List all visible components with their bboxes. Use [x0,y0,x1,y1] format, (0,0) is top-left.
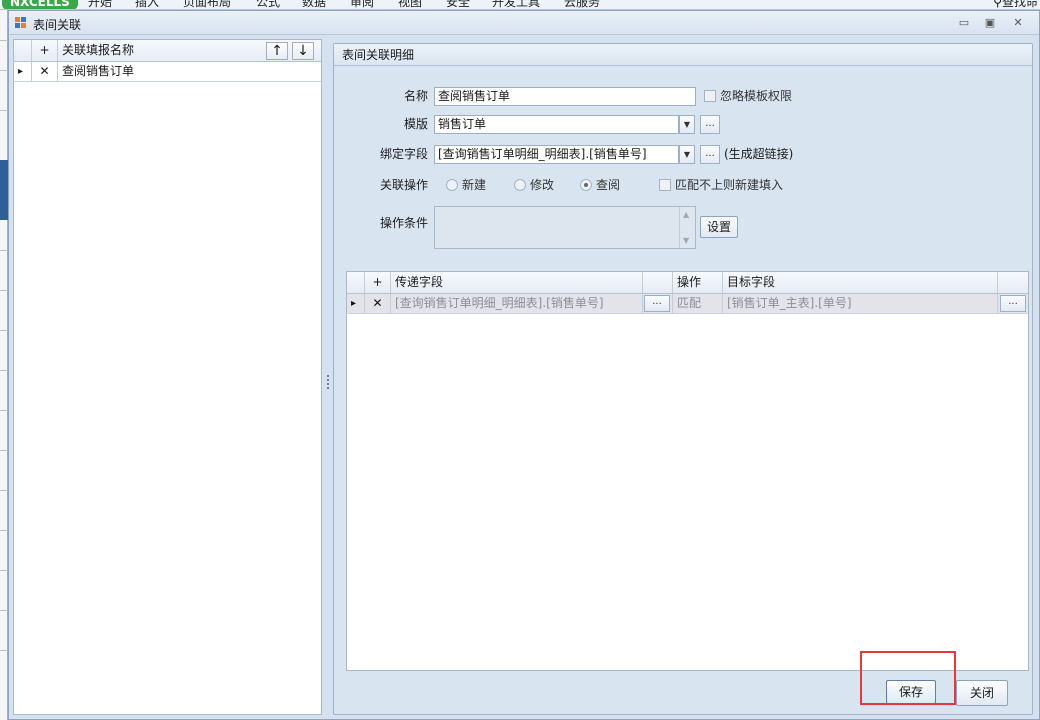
ribbon-tab-developer[interactable]: 开发工具 [492,0,540,9]
settings-button[interactable]: 设置 [700,216,738,238]
column-header-operation[interactable]: 操作 [673,272,723,293]
radio-modify-label: 修改 [530,178,555,192]
name-input[interactable]: 查阅销售订单 [434,87,696,106]
move-down-button[interactable]: ↓ [292,42,314,60]
table-row[interactable]: ▸ ✕ [查询销售订单明细_明细表].[销售单号] ... 匹配 [销售订单_主… [347,294,1028,314]
add-mapping-button[interactable]: + [365,272,391,293]
condition-memo[interactable]: ▲ ▼ [434,206,696,249]
group-caption: 表间关联明细 [334,44,1032,66]
ribbon-tab-security[interactable]: 安全 [446,0,470,9]
ribbon-tab-data[interactable]: 数据 [302,0,326,9]
row-indicator-icon: ▸ [347,294,365,313]
chevron-down-icon: ▼ [683,150,691,159]
condition-scrollbar[interactable]: ▲ ▼ [679,207,695,248]
delete-mapping-button[interactable]: ✕ [365,294,391,313]
scroll-up-icon: ▲ [683,210,690,219]
brand-logo[interactable]: NXCELLS [2,0,78,9]
background-app-strip [0,10,8,720]
column-header-source-field[interactable]: 传递字段 [391,272,643,293]
app-icon [15,17,27,29]
ribbon-tab-cloud[interactable]: 云服务 [564,0,600,9]
arrow-down-icon: ↓ [297,43,309,59]
title-bar: 表间关联 ▭ ▣ ✕ [9,11,1039,35]
row-indicator-icon: ▸ [14,62,32,81]
bind-field-browse-button[interactable]: ... [700,145,720,164]
radio-new-label: 新建 [462,178,487,192]
field-mapping-header: + 传递字段 操作 目标字段 [347,272,1028,294]
source-browse-button[interactable]: ... [644,295,670,312]
ribbon-tab-home[interactable]: 开始 [88,0,112,9]
indicator-header [347,272,365,293]
link-detail-panel: 表间关联明细 名称 查阅销售订单 忽略模板权限 模版 销售订单 ▼ ... 绑定… [333,43,1033,715]
chevron-down-icon: ▼ [683,120,691,129]
operation-label: 关联操作 [379,178,428,192]
source-browse-cell: ... [643,294,673,313]
operation-cell[interactable]: 匹配 [673,294,723,313]
name-label: 名称 [403,89,428,103]
ribbon-search-label: 查找命 [1001,0,1038,9]
template-label: 模版 [403,117,428,131]
close-button[interactable]: 关闭 [956,680,1008,706]
match-or-create-checkbox[interactable] [659,179,671,191]
match-or-create-label: 匹配不上则新建填入 [675,178,784,192]
delete-row-button[interactable]: ✕ [32,62,58,81]
bind-field-select[interactable]: [查询销售订单明细_明细表].[销售单号] [434,145,679,164]
radio-view[interactable] [580,179,592,191]
save-button[interactable]: 保存 [886,680,936,704]
column-header-blank [998,272,1030,293]
radio-view-label: 查阅 [596,178,621,192]
minimize-icon[interactable]: ▭ [955,15,973,31]
ignore-permission-checkbox[interactable] [704,90,716,102]
ribbon-tab-insert[interactable]: 插入 [135,0,159,9]
bind-field-dropdown-button[interactable]: ▼ [679,145,695,164]
indicator-header [14,40,32,61]
ribbon-search[interactable]: ⚲查找命 [993,0,1038,9]
move-up-button[interactable]: ↑ [266,42,288,60]
column-header-target-field[interactable]: 目标字段 [723,272,998,293]
bind-field-hint: (生成超链接) [724,147,794,161]
source-field-cell[interactable]: [查询销售订单明细_明细表].[销售单号] [391,294,643,313]
ribbon-tab-layout[interactable]: 页面布局 [183,0,231,9]
link-list-header: + 关联填报名称 ↑ ↓ [14,40,321,62]
scroll-down-icon: ▼ [683,236,690,245]
target-field-cell[interactable]: [销售订单_主表].[单号] [723,294,998,313]
ribbon-tab-view[interactable]: 视图 [398,0,422,9]
link-list-grid: + 关联填报名称 ↑ ↓ ▸ ✕ 查阅销售订单 [13,39,322,715]
target-browse-button[interactable]: ... [1000,295,1026,312]
radio-new[interactable] [446,179,458,191]
template-select[interactable]: 销售订单 [434,115,679,134]
template-dropdown-button[interactable]: ▼ [679,115,695,134]
splitter-handle[interactable] [324,39,332,715]
ribbon-tab-review[interactable]: 审阅 [350,0,374,9]
close-icon[interactable]: ✕ [1009,15,1027,31]
ribbon-strip: NXCELLS 开始 插入 页面布局 公式 数据 审阅 视图 安全 开发工具 云… [0,0,1040,10]
table-row[interactable]: ▸ ✕ 查阅销售订单 [14,62,321,82]
table-link-dialog: 表间关联 ▭ ▣ ✕ + 关联填报名称 ↑ ↓ ▸ ✕ 查阅销售订单 表间关联明… [8,10,1040,720]
link-name-cell[interactable]: 查阅销售订单 [58,62,323,81]
search-icon: ⚲ [993,0,1002,9]
window-title: 表间关联 [33,18,82,32]
column-header-blank [643,272,673,293]
radio-modify[interactable] [514,179,526,191]
ribbon-tab-formula[interactable]: 公式 [256,0,280,9]
maximize-icon[interactable]: ▣ [981,15,999,31]
add-row-button[interactable]: + [32,40,58,61]
ignore-permission-label: 忽略模板权限 [720,89,793,103]
arrow-up-icon: ↑ [271,43,283,59]
template-browse-button[interactable]: ... [700,115,720,134]
bind-field-label: 绑定字段 [379,147,428,161]
condition-label: 操作条件 [379,216,428,230]
target-browse-cell: ... [998,294,1030,313]
field-mapping-grid: + 传递字段 操作 目标字段 ▸ ✕ [查询销售订单明细_明细表].[销售单号]… [346,271,1029,671]
